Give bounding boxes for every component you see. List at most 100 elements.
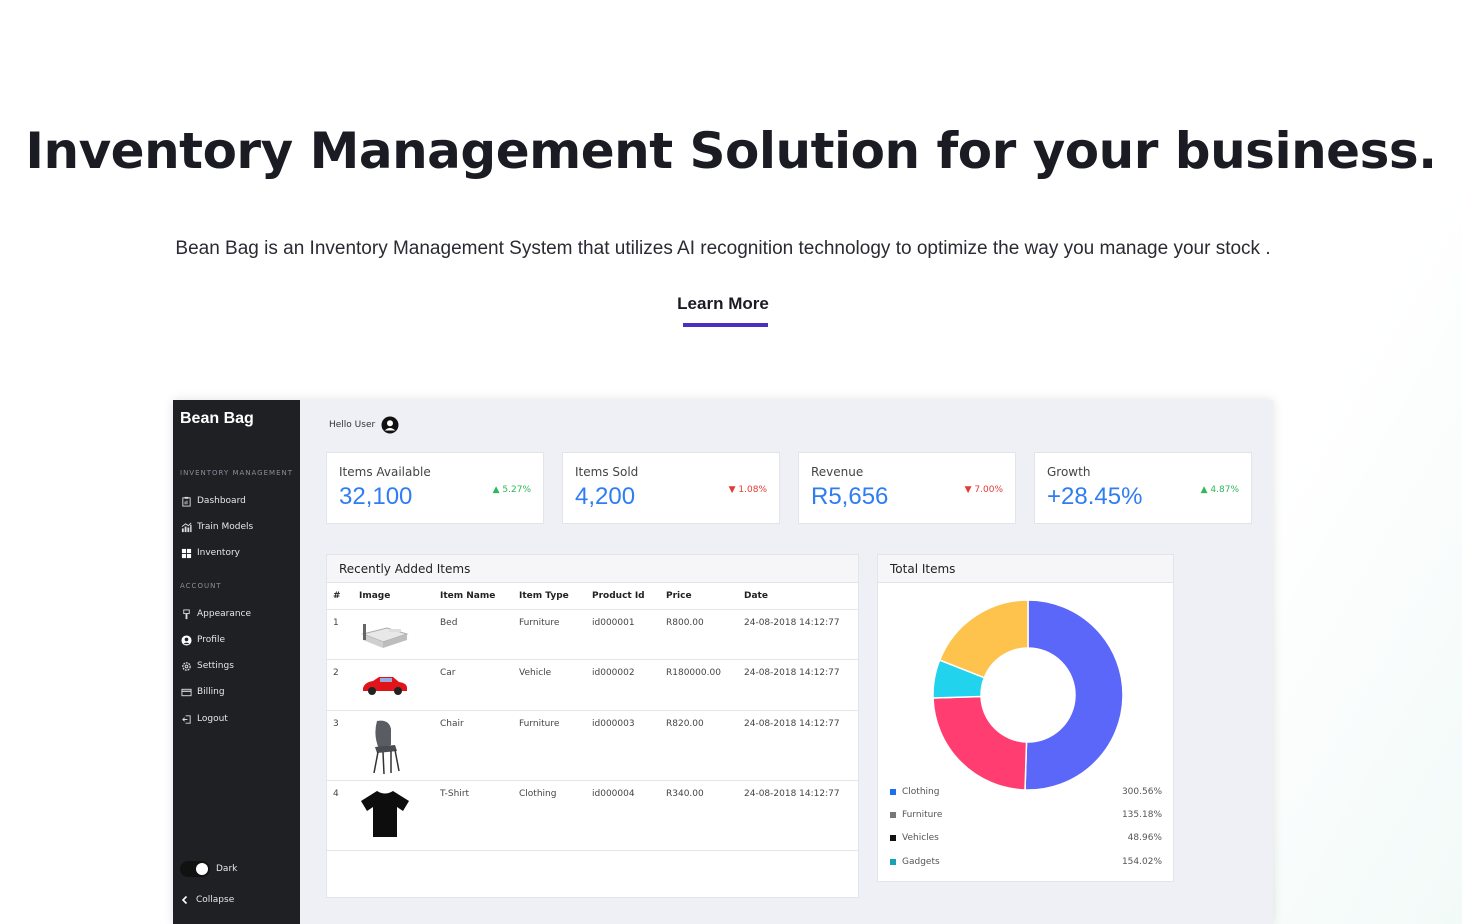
column-header: Item Type [513,583,586,610]
arrow-down-icon: ▼ [728,485,739,495]
legend-value: 154.02% [1121,857,1162,867]
learn-more-underline [683,323,768,327]
collapse-button[interactable]: Collapse [180,895,234,905]
sidebar-item-dashboard[interactable]: Dashboard [180,493,246,509]
toggle-knob [196,863,208,875]
greeting: Hello User [329,416,399,434]
column-header: Item Name [434,583,513,610]
grid-icon [180,547,192,559]
stat-value: 32,100 [339,483,413,510]
table-row[interactable]: 1 Bed Furniture id000001 R800.00 24-08-2… [327,609,858,660]
product-id: id000003 [586,710,660,781]
chevron-left-icon [181,895,188,905]
stat-label: Revenue [811,465,864,479]
legend-item-clothing: Clothing 300.56% [890,787,1162,797]
total-items-panel: Total Items Clothing 300.56% Furniture 1… [877,554,1174,882]
legend-value: 135.18% [1121,810,1162,820]
stat-value: 4,200 [575,483,636,510]
sidebar-item-label: Inventory [197,548,240,558]
app-screenshot: Bean Bag INVENTORY MANAGEMENT Dashboard … [173,400,1273,924]
total-items-title: Total Items [878,555,1173,583]
column-header: Product Id [586,583,660,610]
collapse-label: Collapse [196,895,235,905]
legend-swatch [890,858,896,865]
chart-icon [180,521,192,533]
stat-value: +28.45% [1047,483,1143,510]
item-price: R340.00 [660,780,738,851]
item-type: Furniture [513,710,586,781]
legend-item-gadgets: Gadgets 154.02% [890,857,1162,867]
donut-slice-1 [932,695,1028,791]
stat-change: ▼ 7.00% [964,485,1003,495]
item-name: Chair [434,710,513,781]
legend-name: Clothing [902,787,940,797]
gear-icon [180,660,192,672]
sidebar-item-label: Appearance [197,609,252,619]
item-name: T-Shirt [434,780,513,851]
section-account-label: ACCOUNT [180,582,222,590]
recent-items-panel: Recently Added Items # Image Item Name I… [326,554,859,898]
sidebar-item-inventory[interactable]: Inventory [180,545,240,561]
brush-icon [180,608,192,620]
legend-item-furniture: Furniture 135.18% [890,810,1162,820]
legend-swatch [890,788,896,795]
stat-label: Items Available [339,465,431,479]
stat-change: ▼ 1.08% [728,485,767,495]
greeting-text: Hello User [329,420,376,430]
column-header: Date [738,583,858,610]
item-image-car [353,659,434,711]
row-number: 1 [327,609,353,660]
dark-mode-toggle[interactable] [180,861,210,877]
sidebar-item-label: Dashboard [197,496,246,506]
table-row[interactable]: 3 Chair Furniture id000003 R820.00 24-08… [327,710,858,781]
sidebar-item-label: Settings [197,661,234,671]
dark-mode-label: Dark [216,864,238,874]
item-date: 24-08-2018 14:12:77 [738,710,858,781]
stat-card-items-sold: Items Sold 4,200 ▼ 1.08% [562,452,780,524]
item-date: 24-08-2018 14:12:77 [738,780,858,851]
sidebar-item-label: Billing [197,687,225,697]
clipboard-icon [180,495,192,507]
arrow-down-icon: ▼ [964,485,975,495]
hero-subtitle: Bean Bag is an Inventory Management Syst… [175,238,1271,259]
sidebar-item-appearance[interactable]: Appearance [180,606,251,622]
legend-swatch [890,811,896,818]
table-header-row: # Image Item Name Item Type Product Id P… [327,583,858,610]
stat-change: ▲ 4.87% [1200,485,1239,495]
sidebar-item-settings[interactable]: Settings [180,658,234,674]
sidebar-item-label: Profile [197,635,225,645]
stat-label: Growth [1047,465,1091,479]
table-row[interactable]: 2 Car Vehicle id000002 R180000.00 24-08-… [327,659,858,711]
row-number: 4 [327,780,353,851]
sidebar-item-logout[interactable]: Logout [180,711,228,727]
recent-items-title: Recently Added Items [327,555,858,583]
brand-logo: Bean Bag [180,410,254,427]
row-number: 3 [327,710,353,781]
item-name: Bed [434,609,513,660]
sidebar-item-train-models[interactable]: Train Models [180,519,253,535]
stat-card-revenue: Revenue R5,656 ▼ 7.00% [798,452,1016,524]
item-image-bed [353,609,434,660]
item-date: 24-08-2018 14:12:77 [738,659,858,711]
product-id: id000004 [586,780,660,851]
legend-swatch [890,834,896,841]
learn-more-link[interactable]: Learn More [0,294,1446,314]
column-header: Price [660,583,738,610]
product-id: id000001 [586,609,660,660]
item-image-tshirt [353,780,434,851]
item-price: R180000.00 [660,659,738,711]
arrow-up-icon: ▲ [1200,485,1211,495]
item-price: R800.00 [660,609,738,660]
column-header: # [327,583,353,610]
sidebar-item-billing[interactable]: Billing [180,684,225,700]
item-image-chair [353,710,434,781]
item-date: 24-08-2018 14:12:77 [738,609,858,660]
item-price: R820.00 [660,710,738,781]
table-row[interactable]: 4 T-Shirt Clothing id000004 R340.00 24-0… [327,780,858,851]
avatar-icon[interactable] [381,416,399,434]
legend-name: Furniture [902,810,943,820]
item-type: Vehicle [513,659,586,711]
sidebar-item-profile[interactable]: Profile [180,632,225,648]
stat-card-items-available: Items Available 32,100 ▲ 5.27% [326,452,544,524]
legend-item-vehicles: Vehicles 48.96% [890,833,1162,843]
